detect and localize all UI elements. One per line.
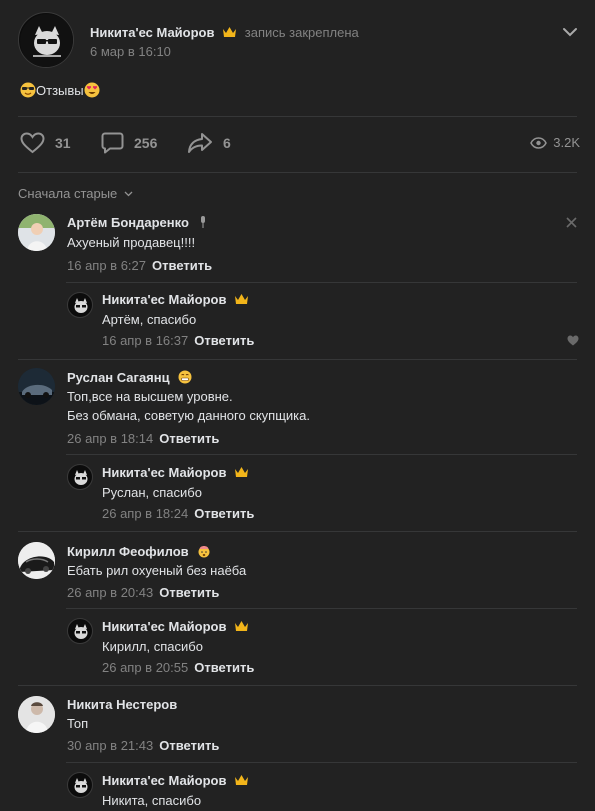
reply-footer: 26 апр в 18:24 Ответить	[102, 506, 254, 521]
divider	[18, 172, 577, 173]
avatar[interactable]	[67, 618, 93, 644]
reply-footer: 26 апр в 20:55 Ответить	[102, 660, 254, 675]
divider	[66, 282, 577, 283]
divider	[66, 762, 577, 763]
comment-footer: 26 апр в 20:43 Ответить	[67, 585, 219, 600]
heart-eyes-emoji-icon	[84, 82, 100, 98]
view-count: 3.2K	[553, 135, 580, 150]
reply-header: Никита'ес Майоров	[102, 292, 249, 307]
sunglasses-emoji-icon	[20, 82, 36, 98]
reply-button[interactable]: Ответить	[159, 431, 219, 446]
reply-text: Артём, спасибо	[102, 312, 197, 327]
avatar[interactable]	[18, 214, 55, 251]
crown-icon	[223, 27, 237, 37]
grinning-emoji-icon	[178, 370, 192, 384]
chevron-down-icon	[124, 191, 133, 197]
reply-text: Руслан, спасибо	[102, 485, 202, 500]
divider	[18, 531, 577, 532]
comment-footer: 26 апр в 18:14 Ответить	[67, 431, 219, 446]
avatar[interactable]	[67, 292, 93, 318]
crown-icon	[235, 467, 249, 477]
comment-text: Ебать рил охуеный без наёба	[67, 563, 247, 578]
heart-icon	[20, 132, 45, 154]
microphone-emoji-icon	[200, 216, 205, 228]
reply-button[interactable]: Ответить	[159, 738, 219, 753]
divider	[66, 454, 577, 455]
reply-header: Никита'ес Майоров	[102, 465, 249, 480]
exploding-head-emoji-icon	[198, 546, 210, 558]
post-author-name[interactable]: Никита'ес Майоров	[90, 25, 215, 40]
comment-date[interactable]: 16 апр в 6:27	[67, 258, 146, 273]
divider	[66, 608, 577, 609]
divider	[18, 116, 577, 117]
reply-text: Никита, спасибо	[102, 793, 202, 808]
post: Никита'ес Майоров запись закреплена 6 ма…	[0, 0, 595, 808]
reply-text: Кирилл, спасибо	[102, 639, 203, 654]
avatar[interactable]	[18, 368, 55, 405]
post-header-line: Никита'ес Майоров запись закреплена	[90, 25, 359, 40]
eye-icon	[530, 136, 548, 149]
divider	[18, 685, 577, 686]
heart-icon[interactable]	[567, 335, 579, 346]
reply-button[interactable]: Ответить	[194, 333, 254, 348]
avatar[interactable]	[67, 772, 93, 798]
comment-header: Никита Нестеров	[67, 697, 177, 712]
sort-label: Сначала старые	[18, 186, 118, 201]
reply-date[interactable]: 26 апр в 20:55	[102, 660, 188, 675]
sort-dropdown[interactable]: Сначала старые	[18, 186, 133, 201]
divider	[18, 359, 577, 360]
reply-button[interactable]: Ответить	[152, 258, 212, 273]
comment-header: Руслан Сагаянц	[67, 370, 192, 385]
comment-author[interactable]: Кирилл Феофилов	[67, 544, 189, 559]
share-icon	[188, 133, 212, 153]
avatar[interactable]	[18, 542, 55, 579]
comment-header: Артём Бондаренко	[67, 215, 208, 230]
comment-footer: 30 апр в 21:43 Ответить	[67, 738, 219, 753]
reply-button[interactable]: Ответить	[194, 506, 254, 521]
reply-footer: 16 апр в 16:37 Ответить	[102, 333, 254, 348]
reply-button[interactable]: Ответить	[159, 585, 219, 600]
reply-date[interactable]: 26 апр в 18:24	[102, 506, 188, 521]
reply-header: Никита'ес Майоров	[102, 773, 249, 788]
post-text: Отзывы	[20, 81, 100, 101]
comment-text: Топ	[67, 716, 89, 731]
comment-text: Ахуеный продавец!!!!	[67, 235, 196, 250]
comment-count: 256	[134, 135, 158, 151]
comment-author[interactable]: Руслан Сагаянц	[67, 370, 170, 385]
reply-author[interactable]: Никита'ес Майоров	[102, 773, 227, 788]
comment-text: Без обмана, советую данного скупщика.	[67, 408, 310, 423]
reply-author[interactable]: Никита'ес Майоров	[102, 292, 227, 307]
comment-icon	[101, 132, 124, 154]
post-date[interactable]: 6 мар в 16:10	[90, 44, 171, 59]
views: 3.2K	[530, 135, 580, 150]
reply-header: Никита'ес Майоров	[102, 619, 249, 634]
close-icon[interactable]	[566, 217, 577, 228]
pinned-label: запись закреплена	[244, 25, 359, 40]
reply-author[interactable]: Никита'ес Майоров	[102, 619, 227, 634]
reply-author[interactable]: Никита'ес Майоров	[102, 465, 227, 480]
comment-date[interactable]: 26 апр в 18:14	[67, 431, 153, 446]
comment-button[interactable]: 256	[101, 132, 157, 154]
avatar[interactable]	[18, 696, 55, 733]
comment-author[interactable]: Никита Нестеров	[67, 697, 177, 712]
comment-text: Топ,все на высшем уровне.	[67, 389, 233, 404]
share-button[interactable]: 6	[187, 132, 231, 154]
comment-footer: 16 апр в 6:27 Ответить	[67, 258, 212, 273]
like-button[interactable]: 31	[20, 132, 71, 154]
comment-date[interactable]: 30 апр в 21:43	[67, 738, 153, 753]
comment-author[interactable]: Артём Бондаренко	[67, 215, 189, 230]
crown-icon	[235, 294, 249, 304]
chevron-down-icon[interactable]	[562, 27, 578, 37]
post-author-avatar[interactable]	[18, 12, 74, 68]
avatar[interactable]	[67, 464, 93, 490]
reply-date[interactable]: 16 апр в 16:37	[102, 333, 188, 348]
comment-header: Кирилл Феофилов	[67, 544, 211, 559]
comment-date[interactable]: 26 апр в 20:43	[67, 585, 153, 600]
share-count: 6	[223, 135, 231, 151]
like-count: 31	[55, 135, 71, 151]
reply-button[interactable]: Ответить	[194, 660, 254, 675]
crown-icon	[235, 775, 249, 785]
crown-icon	[235, 621, 249, 631]
